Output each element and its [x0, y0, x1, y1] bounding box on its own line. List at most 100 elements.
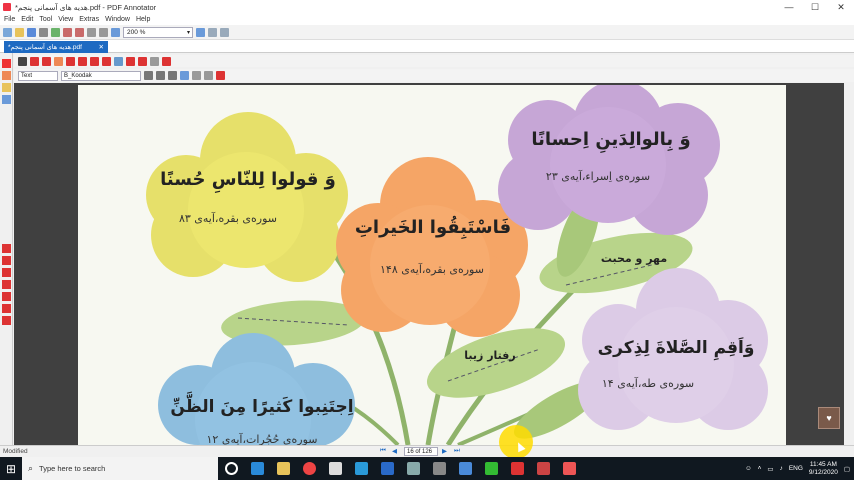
highlighter-icon[interactable] — [54, 56, 63, 66]
font-select[interactable]: B_Koodak — [61, 70, 141, 81]
email-icon[interactable] — [51, 27, 60, 37]
edge-icon[interactable] — [244, 457, 270, 480]
fit-page-icon[interactable] — [208, 27, 217, 37]
clock-date: 9/12/2020 — [808, 468, 838, 476]
zoom-in-icon[interactable] — [196, 27, 205, 37]
text-tool-icon[interactable] — [114, 56, 123, 66]
menu-extras[interactable]: Extras — [79, 16, 99, 23]
menu-edit[interactable]: Edit — [21, 16, 33, 23]
volume-icon[interactable]: ♪ — [780, 465, 783, 472]
highlighter-icon[interactable] — [2, 71, 11, 80]
pen-tool-icon[interactable] — [2, 59, 11, 68]
heart-icon[interactable] — [138, 56, 147, 66]
flower-orange-verse: فَاسْتَبِقُوا الخَیراتِ — [355, 214, 511, 239]
open-icon[interactable] — [15, 27, 24, 37]
app-l-icon[interactable] — [348, 457, 374, 480]
menu-tool[interactable]: Tool — [39, 16, 52, 23]
align-left-icon[interactable] — [180, 71, 189, 80]
network-app-icon[interactable] — [452, 457, 478, 480]
menu-file[interactable]: File — [4, 16, 15, 23]
people-icon[interactable]: ☺ — [745, 465, 752, 472]
app-red-icon[interactable] — [530, 457, 556, 480]
link-icon[interactable] — [2, 95, 11, 104]
format-toolbar: Text B_Koodak — [14, 69, 854, 82]
select-icon[interactable] — [18, 56, 27, 66]
taskbar-search[interactable]: ⌕ Type here to search — [22, 457, 218, 480]
minimize-button[interactable]: — — [776, 2, 802, 12]
bold-icon[interactable] — [144, 71, 153, 80]
prev-page-icon[interactable]: ◀ — [392, 447, 397, 455]
document-tab-bar: *هدیه های آسمانی پنجم.pdf ✕ — [0, 40, 854, 53]
underline-icon[interactable] — [168, 71, 177, 80]
document-viewer[interactable]: وَ قولوا لِلنّاسِ حُسنًا سوره‌ی بقره،آیه… — [14, 83, 844, 445]
link-icon[interactable] — [162, 56, 171, 66]
align-center-icon[interactable] — [192, 71, 201, 80]
first-page-icon[interactable]: ⏮ — [380, 447, 386, 455]
align-right-icon[interactable] — [204, 71, 213, 80]
mail-icon[interactable] — [374, 457, 400, 480]
stamp-icon[interactable] — [126, 56, 135, 66]
menu-help[interactable]: Help — [136, 16, 150, 23]
menu-window[interactable]: Window — [105, 16, 130, 23]
copy-icon[interactable] — [99, 27, 108, 37]
maximize-button[interactable]: ☐ — [802, 2, 828, 13]
print-icon[interactable] — [39, 27, 48, 37]
settings-icon[interactable] — [426, 457, 452, 480]
camtasia-icon[interactable] — [478, 457, 504, 480]
menu-view[interactable]: View — [58, 16, 73, 23]
italic-icon[interactable] — [156, 71, 165, 80]
network-icon[interactable]: ▭ — [767, 465, 773, 473]
pdf-annotator-icon[interactable] — [504, 457, 530, 480]
undo-icon[interactable] — [63, 27, 72, 37]
store-icon[interactable] — [322, 457, 348, 480]
ellipse-icon[interactable] — [102, 56, 111, 66]
zoom-out-icon[interactable] — [111, 27, 120, 37]
file-explorer-icon[interactable] — [270, 457, 296, 480]
last-page-icon[interactable]: ⏭ — [454, 447, 460, 455]
marker-icon[interactable] — [2, 280, 11, 289]
document-tab[interactable]: *هدیه های آسمانی پنجم.pdf ✕ — [4, 41, 108, 53]
pdf-page: وَ قولوا لِلنّاسِ حُسنًا سوره‌ی بقره،آیه… — [78, 85, 786, 445]
page-indicator[interactable]: 16 of 126 — [404, 447, 438, 456]
style-select[interactable]: Text — [18, 70, 58, 81]
flower-purple — [498, 85, 720, 235]
windows-start-icon[interactable]: ⊞ — [0, 457, 22, 480]
flower-yellow — [146, 112, 348, 282]
new-icon[interactable] — [3, 27, 12, 37]
clock[interactable]: 11:45 AM 9/12/2020 — [809, 461, 838, 477]
bookmark-button[interactable]: ♥ — [818, 407, 840, 429]
text-color-icon[interactable] — [216, 71, 225, 80]
eraser-icon[interactable] — [150, 56, 159, 66]
pen-icon[interactable] — [30, 56, 39, 66]
heart-icon[interactable] — [2, 244, 11, 253]
folder-icon[interactable] — [2, 83, 11, 92]
cut-icon[interactable] — [87, 27, 96, 37]
tab-close-icon[interactable]: ✕ — [99, 43, 104, 51]
stamp-icon[interactable] — [2, 256, 11, 265]
system-tray: ☺ ˄ ▭ ♪ ENG 11:45 AM 9/12/2020 ▢ — [745, 457, 850, 480]
language-indicator[interactable]: ENG — [789, 465, 803, 472]
chrome-icon[interactable] — [296, 457, 322, 480]
chevron-up-icon[interactable]: ˄ — [758, 465, 762, 472]
task-view-icon[interactable] — [218, 457, 244, 480]
notification-icon[interactable]: ▢ — [844, 465, 850, 473]
zoom-select[interactable]: 200 % ▾ — [123, 26, 193, 38]
next-page-icon[interactable]: ▶ — [442, 447, 447, 455]
eraser-icon[interactable] — [2, 292, 11, 301]
camera-icon[interactable] — [400, 457, 426, 480]
rectangle-icon[interactable] — [90, 56, 99, 66]
save-icon[interactable] — [27, 27, 36, 37]
fit-width-icon[interactable] — [220, 27, 229, 37]
flower-yellow-ref: سوره‌ی بقره،آیه‌ی ۸۳ — [179, 211, 277, 225]
vertical-scrollbar[interactable] — [844, 83, 854, 445]
flower-lavender-verse: وَاَقِمِ الصَّلاةَ لِذِکری — [598, 336, 755, 361]
pencil-icon[interactable] — [42, 56, 51, 66]
person-icon[interactable] — [2, 316, 11, 325]
close-button[interactable]: ✕ — [828, 2, 854, 13]
shape-icon[interactable] — [2, 304, 11, 313]
arrow-tool-icon[interactable] — [2, 268, 11, 277]
arrow-icon[interactable] — [78, 56, 87, 66]
redo-icon[interactable] — [75, 27, 84, 37]
app-orange-icon[interactable] — [556, 457, 582, 480]
line-icon[interactable] — [66, 56, 75, 66]
